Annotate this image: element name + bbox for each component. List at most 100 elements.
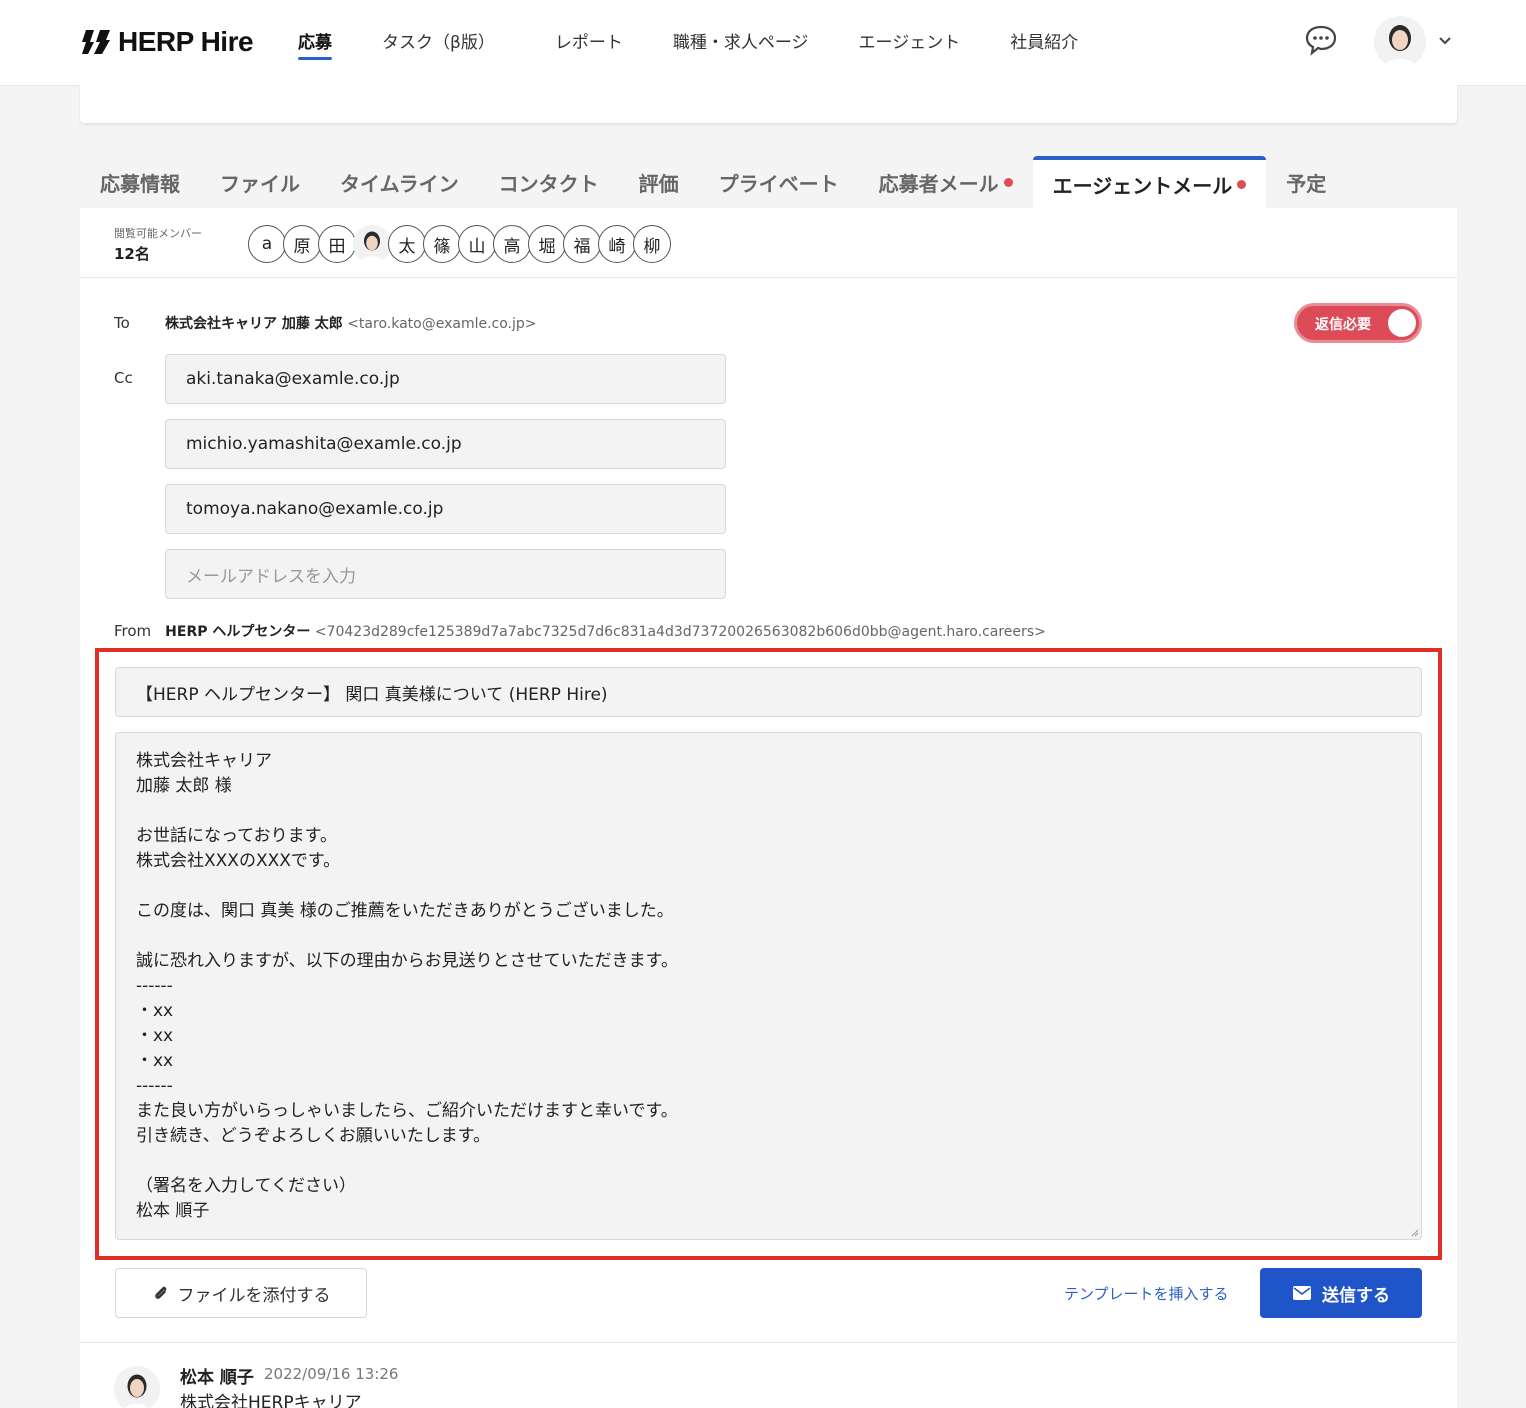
unread-dot — [1237, 179, 1247, 189]
tab-applicant-mail[interactable]: 応募者メール — [859, 156, 1033, 208]
main-nav: 応募 タスク（β版） レポート 職種・求人ページ エージェント 社員紹介 — [298, 28, 1128, 60]
viewable-members: 閲覧可能メンバー 12名 a 原 田 太 篠 山 高 堀 福 崎 柳 — [80, 208, 1457, 278]
tab-contact[interactable]: コンタクト — [479, 156, 619, 208]
body-line: ・xx — [136, 1026, 174, 1046]
body-line: ・xx — [136, 1051, 174, 1071]
section-divider — [80, 1342, 1457, 1343]
to-recipient-name: 株式会社キャリア 加藤 太郎 — [165, 316, 343, 332]
member-avatar[interactable]: 福 — [563, 225, 601, 263]
tab-application-info[interactable]: 応募情報 — [80, 156, 200, 208]
body-line: お世話になっております。 — [136, 826, 337, 846]
herp-logo-icon — [82, 30, 110, 54]
brand-logo[interactable]: HERP Hire — [80, 24, 254, 60]
member-avatar-photo[interactable] — [353, 225, 391, 263]
body-line: 松本 順子 — [136, 1201, 210, 1221]
insert-template-link[interactable]: テンプレートを挿入する — [1064, 1283, 1229, 1304]
unread-dot — [1003, 177, 1013, 187]
chevron-down-icon[interactable] — [1436, 32, 1454, 50]
tab-label: 予定 — [1286, 171, 1327, 196]
tab-agent-mail[interactable]: エージェントメール — [1032, 156, 1267, 208]
applicant-summary-card — [80, 85, 1457, 123]
body-line — [136, 874, 1401, 899]
top-header: HERP Hire 応募 タスク（β版） レポート 職種・求人ページ エージェン… — [0, 0, 1526, 85]
send-label: 送信する — [1322, 1285, 1390, 1306]
agent-mail-panel: 閲覧可能メンバー 12名 a 原 田 太 篠 山 高 堀 福 崎 柳 To 株式… — [80, 208, 1457, 1408]
to-recipient: 株式会社キャリア 加藤 太郎 <taro.kato@examle.co.jp> — [165, 313, 537, 333]
subject-input[interactable]: 【HERP ヘルプセンター】 関口 真美様について (HERP Hire) — [115, 667, 1422, 717]
body-line: 引き続き、どうぞよろしくお願いいたします。 — [136, 1126, 491, 1146]
member-avatar[interactable]: 原 — [283, 225, 321, 263]
member-avatar[interactable]: 崎 — [598, 225, 636, 263]
member-avatar[interactable]: a — [248, 225, 286, 263]
body-line: ------ — [136, 976, 173, 996]
tab-files[interactable]: ファイル — [200, 156, 320, 208]
tab-label: プライベート — [718, 171, 839, 196]
body-line: この度は、関口 真美 様のご推薦をいただきありがとうございました。 — [136, 901, 674, 921]
body-line: ・xx — [136, 1001, 174, 1021]
paperclip-icon — [154, 1286, 166, 1299]
body-line — [136, 924, 1401, 949]
post-author-avatar — [114, 1366, 160, 1408]
brand-name: HERP Hire — [118, 26, 254, 57]
nav-item-applications[interactable]: 応募 — [298, 28, 332, 60]
chat-bubble-icon[interactable] — [1304, 24, 1338, 56]
user-avatar[interactable] — [1374, 16, 1426, 68]
tab-label: 応募者メール — [878, 171, 999, 196]
user-avatar-image — [1374, 16, 1426, 68]
nav-item-referrals[interactable]: 社員紹介 — [1010, 28, 1078, 60]
members-count: 12名 — [114, 245, 150, 263]
body-line: 加藤 太郎 様 — [136, 776, 232, 796]
tab-label: タイムライン — [340, 171, 459, 196]
post-timestamp: 2022/09/16 13:26 — [264, 1365, 399, 1383]
send-button[interactable]: 送信する — [1260, 1268, 1422, 1318]
attach-file-button[interactable]: ファイルを添付する — [115, 1268, 367, 1318]
member-avatar[interactable]: 篠 — [423, 225, 461, 263]
member-avatar[interactable]: 太 — [388, 225, 426, 263]
cc-email-input[interactable]: メールアドレスを入力 — [165, 549, 726, 599]
attach-file-label: ファイルを添付する — [177, 1285, 331, 1306]
from-label: From — [114, 622, 152, 640]
body-line: 株式会社XXXのXXXです。 — [136, 851, 341, 871]
member-avatar-list: a 原 田 太 篠 山 高 堀 福 崎 柳 — [248, 225, 671, 263]
nav-item-reports[interactable]: レポート — [555, 28, 623, 60]
member-avatar[interactable]: 堀 — [528, 225, 566, 263]
resize-grip-icon[interactable] — [1411, 1229, 1419, 1237]
tab-label: コンタクト — [498, 171, 599, 196]
body-line: ------ — [136, 1076, 173, 1096]
tab-label: 応募情報 — [100, 171, 180, 196]
body-line: 誠に恐れ入りますが、以下の理由からお見送りとさせていただきます。 — [136, 951, 678, 971]
tab-label: エージェントメール — [1052, 173, 1233, 198]
cc-email-field[interactable]: aki.tanaka@examle.co.jp — [165, 354, 726, 404]
mail-body-textarea[interactable]: 株式会社キャリア 加藤 太郎 様 お世話になっております。 株式会社XXXのXX… — [115, 732, 1422, 1240]
to-recipient-address: <taro.kato@examle.co.jp> — [347, 316, 537, 332]
post-author-company: 株式会社HERPキャリア — [180, 1393, 362, 1408]
tab-evaluation[interactable]: 評価 — [619, 156, 699, 208]
envelope-icon — [1293, 1286, 1311, 1300]
post-author-photo — [114, 1366, 160, 1408]
cc-label: Cc — [114, 369, 133, 387]
cc-email-field[interactable]: michio.yamashita@examle.co.jp — [165, 419, 726, 469]
reply-required-toggle[interactable]: 返信必要 — [1294, 303, 1422, 343]
cc-email-field[interactable]: tomoya.nakano@examle.co.jp — [165, 484, 726, 534]
body-line — [136, 799, 1401, 824]
nav-item-jobs[interactable]: 職種・求人ページ — [673, 28, 809, 60]
detail-tabs: 応募情報 ファイル タイムライン コンタクト 評価 プライベート 応募者メール … — [80, 156, 1346, 208]
member-avatar[interactable]: 田 — [318, 225, 356, 263]
member-avatar[interactable]: 山 — [458, 225, 496, 263]
from-sender-name: HERP ヘルプセンター — [165, 624, 311, 640]
tab-schedule[interactable]: 予定 — [1266, 156, 1346, 208]
member-avatar[interactable]: 柳 — [633, 225, 671, 263]
toggle-knob — [1388, 309, 1416, 337]
body-line: 株式会社キャリア — [136, 751, 272, 771]
post-author-name: 松本 順子 — [180, 1368, 254, 1388]
body-line — [136, 1149, 1401, 1174]
body-line: （署名を入力してください） — [136, 1176, 356, 1196]
members-label: 閲覧可能メンバー — [114, 227, 202, 240]
tab-label: ファイル — [220, 171, 300, 196]
tab-timeline[interactable]: タイムライン — [320, 156, 479, 208]
nav-item-tasks[interactable]: タスク（β版） — [382, 28, 495, 60]
nav-item-agents[interactable]: エージェント — [859, 28, 961, 60]
tab-private[interactable]: プライベート — [699, 156, 859, 208]
member-avatar[interactable]: 高 — [493, 225, 531, 263]
from-sender-address: <70423d289cfe125389d7a7abc7325d7d6c831a4… — [314, 624, 1046, 640]
